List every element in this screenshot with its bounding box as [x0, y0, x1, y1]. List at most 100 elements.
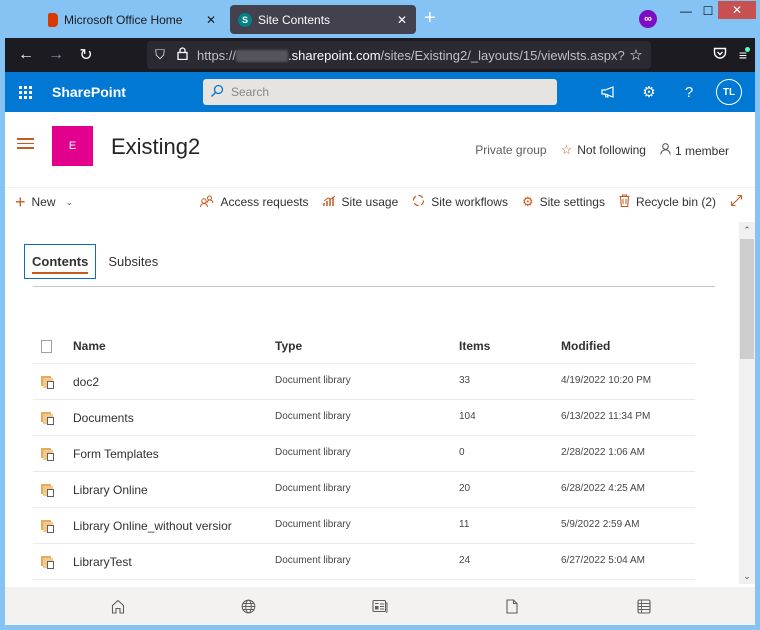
close-tab-icon[interactable]: ✕ [392, 13, 412, 27]
scroll-down-icon[interactable]: ⌄ [739, 568, 755, 584]
app-name[interactable]: SharePoint [52, 84, 126, 100]
workflow-icon [412, 194, 425, 210]
help-icon[interactable]: ? [669, 72, 709, 112]
tab-microsoft-office-home[interactable]: Microsoft Office Home ✕ [40, 5, 225, 34]
megaphone-icon[interactable] [589, 72, 629, 112]
private-browsing-icon: ∞ [639, 10, 657, 28]
table-header-row: Name Type Items Modified [33, 328, 695, 364]
table-row[interactable]: doc2 Document library 33 4/19/2022 10:20… [33, 364, 695, 400]
settings-gear-icon[interactable]: ⚙ [629, 72, 669, 112]
minimize-button[interactable]: — [676, 0, 696, 22]
site-usage-button[interactable]: Site usage [322, 195, 398, 210]
new-tab-button[interactable]: + [424, 8, 436, 28]
reload-button[interactable]: ↻ [71, 40, 101, 70]
document-library-icon [41, 436, 61, 472]
tab-title: Microsoft Office Home [64, 12, 183, 27]
site-workflows-label: Site workflows [431, 195, 508, 209]
column-header-name[interactable]: Name [73, 328, 233, 364]
back-button[interactable]: ← [11, 40, 41, 70]
access-requests-button[interactable]: Access requests [200, 195, 309, 210]
close-tab-icon[interactable]: ✕ [201, 13, 221, 27]
new-label: New [31, 195, 56, 209]
tab-subsites[interactable]: Subsites [101, 244, 165, 279]
table-row[interactable]: LibraryTest Document library 24 6/27/202… [33, 544, 695, 580]
row-name[interactable]: Form Templates [73, 436, 233, 472]
file-icon[interactable] [501, 595, 523, 617]
pocket-icon[interactable] [713, 47, 727, 63]
row-type: Document library [275, 555, 351, 566]
file-type-icon [41, 339, 52, 353]
tab-contents[interactable]: Contents [24, 244, 97, 279]
maximize-button[interactable]: ☐ [698, 0, 718, 22]
url-text[interactable]: https:// .sharepoint.com/sites/Existing2/… [193, 48, 625, 63]
row-name[interactable]: Library Online [73, 472, 233, 508]
url-protocol: https:// [197, 47, 237, 63]
site-title[interactable]: Existing2 [111, 134, 200, 160]
document-library-icon [41, 472, 61, 508]
site-logo[interactable]: E [52, 126, 93, 166]
column-header-modified[interactable]: Modified [561, 328, 701, 364]
expand-button[interactable] [730, 194, 743, 210]
row-items: 0 [459, 447, 465, 458]
forward-button[interactable]: → [41, 40, 71, 70]
row-name[interactable]: doc2 [73, 364, 233, 400]
search-placeholder: Search [231, 85, 270, 99]
site-info: Private group ☆ Not following 1 member [475, 142, 729, 158]
privacy-label: Private group [475, 143, 547, 157]
app-launcher-icon[interactable] [5, 72, 45, 112]
shield-icon[interactable]: ⛉ [149, 47, 171, 63]
star-icon: ☆ [560, 142, 573, 157]
app-menu-icon[interactable]: ≡ [739, 47, 751, 63]
home-icon[interactable] [107, 595, 129, 617]
hamburger-menu-icon[interactable] [17, 138, 34, 149]
table-row[interactable]: Library Online Document library 20 6/28/… [33, 472, 695, 508]
new-button[interactable]: + New ⌄ [15, 188, 73, 216]
content-tabs: Contents Subsites [24, 244, 165, 279]
search-icon [203, 84, 231, 101]
lock-icon[interactable] [171, 47, 193, 63]
tab-site-contents[interactable]: S Site Contents ✕ [230, 5, 416, 34]
trash-icon [619, 194, 630, 210]
table-row[interactable]: Form Templates Document library 0 2/28/2… [33, 436, 695, 472]
bookmark-star-icon[interactable]: ☆ [625, 46, 647, 64]
site-workflows-button[interactable]: Site workflows [412, 194, 508, 210]
column-header-type[interactable]: Type [275, 328, 435, 364]
members-label: 1 member [674, 143, 729, 158]
row-name[interactable]: Library Online_without versior [73, 508, 233, 544]
account-button[interactable]: TL [709, 72, 749, 112]
globe-icon[interactable] [237, 595, 259, 617]
url-path: /sites/Existing2/_layouts/15/viewlsts.as… [380, 47, 625, 63]
file-type-header[interactable] [41, 328, 61, 364]
news-icon[interactable] [369, 595, 391, 617]
url-redacted [236, 50, 289, 63]
column-header-items[interactable]: Items [459, 328, 539, 364]
navigation-bar: ← → ↻ ⛉ https:// .sharepoint.com/sites/Ex… [5, 38, 755, 72]
chevron-down-icon: ⌄ [65, 196, 74, 207]
command-bar-actions: Access requests Site usage Site workflow… [200, 188, 743, 216]
scroll-up-icon[interactable]: ⌃ [739, 222, 755, 238]
suite-bar: SharePoint Search ⚙ ? TL [5, 72, 755, 112]
table-row[interactable]: Documents Document library 104 6/13/2022… [33, 400, 695, 436]
window-close-button[interactable]: ✕ [718, 1, 756, 19]
recycle-bin-button[interactable]: Recycle bin (2) [619, 194, 716, 210]
office-icon [48, 12, 58, 27]
address-bar[interactable]: ⛉ https:// .sharepoint.com/sites/Existing… [147, 41, 651, 69]
row-name[interactable]: Documents [73, 400, 233, 436]
vertical-scrollbar[interactable]: ⌃ ⌄ [739, 222, 755, 584]
command-bar: + New ⌄ Access requests Site usage Site … [5, 188, 755, 216]
plus-icon: + [15, 192, 26, 212]
scrollbar-thumb[interactable] [740, 239, 754, 359]
toolbar-right: ≡ [713, 38, 751, 72]
row-name[interactable]: LibraryTest [73, 544, 233, 580]
row-items: 24 [459, 555, 471, 566]
tabs-divider [33, 286, 715, 287]
list-icon[interactable] [633, 595, 655, 617]
members-button[interactable]: 1 member [660, 142, 729, 158]
table-row[interactable]: Library Online_without versior Document … [33, 508, 695, 544]
page-viewport: SharePoint Search ⚙ ? TL E Existing2 Pri… [5, 72, 755, 625]
row-items: 11 [459, 519, 470, 530]
follow-button[interactable]: ☆ Not following [561, 142, 646, 158]
site-settings-button[interactable]: ⚙ Site settings [522, 194, 605, 210]
row-modified: 4/19/2022 10:20 PM [561, 375, 652, 386]
search-box[interactable]: Search [203, 79, 557, 105]
